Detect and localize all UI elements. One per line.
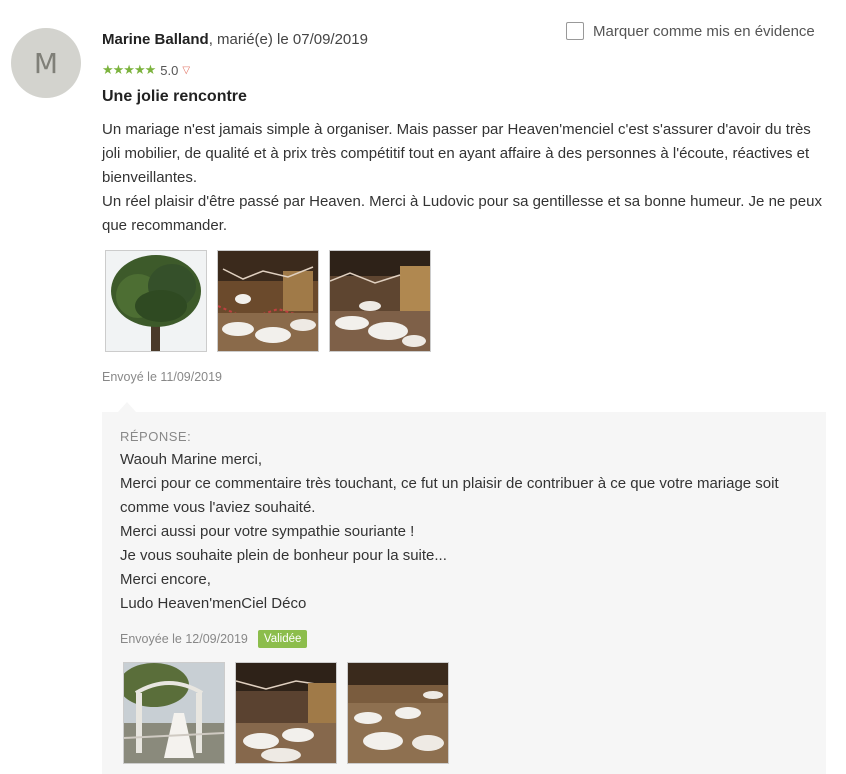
reply-notch <box>118 402 136 412</box>
highlight-label[interactable]: Marquer comme mis en évidence <box>593 23 815 40</box>
reply-line: Merci encore, <box>120 571 211 588</box>
chevron-down-icon[interactable]: ▽ <box>182 65 190 76</box>
highlight-toggle[interactable]: Marquer comme mis en évidence <box>566 22 815 40</box>
reply-line: Merci aussi pour votre sympathie sourian… <box>120 523 415 540</box>
review-photos <box>105 250 431 352</box>
review-photo-hall[interactable] <box>329 250 431 352</box>
author-name[interactable]: Marine Balland <box>102 31 209 48</box>
rating[interactable]: ★★★★★ 5.0 ▽ <box>102 62 190 78</box>
highlight-checkbox[interactable] <box>566 22 584 40</box>
reply-line: Je vous souhaite plein de bonheur pour l… <box>120 547 447 564</box>
reply-photo-hall[interactable] <box>235 662 337 764</box>
avatar-initial: M <box>33 46 59 80</box>
reply-label: RÉPONSE: <box>120 429 192 444</box>
reply-photos <box>123 662 449 764</box>
review-paragraph: Un mariage n'est jamais simple à organis… <box>102 121 811 186</box>
review-sent-date: Envoyé le 11/09/2019 <box>102 370 223 384</box>
review-photo-hall[interactable] <box>217 250 319 352</box>
reply-photo-gate[interactable] <box>123 662 225 764</box>
star-rating-icon: ★★★★★ <box>102 62 156 77</box>
validated-badge: Validée <box>257 630 308 648</box>
reply-body: Waouh Marine merci, Merci pour ce commen… <box>120 448 810 616</box>
review-photo-tree[interactable] <box>105 250 207 352</box>
wedding-date: , marié(e) le 07/09/2019 <box>208 31 368 48</box>
avatar: M <box>11 28 81 98</box>
reply-line: Merci pour ce commentaire très touchant,… <box>120 475 779 516</box>
reply-sent: Envoyée le 12/09/2019 Validée <box>120 630 308 648</box>
review-header: Marine Balland, marié(e) le 07/09/2019 <box>102 31 368 48</box>
rating-value: 5.0 <box>160 62 179 78</box>
review-title: Une jolie rencontre <box>102 88 247 105</box>
reply-photo-hall[interactable] <box>347 662 449 764</box>
reply-sent-date: Envoyée le 12/09/2019 <box>120 632 248 646</box>
reply-panel: RÉPONSE: Waouh Marine merci, Merci pour … <box>102 412 826 774</box>
reply-line: Waouh Marine merci, <box>120 451 262 468</box>
review-paragraph: Un réel plaisir d'être passé par Heaven.… <box>102 193 822 234</box>
reply-line: Ludo Heaven'menCiel Déco <box>120 595 307 612</box>
review-body: Un mariage n'est jamais simple à organis… <box>102 118 826 238</box>
